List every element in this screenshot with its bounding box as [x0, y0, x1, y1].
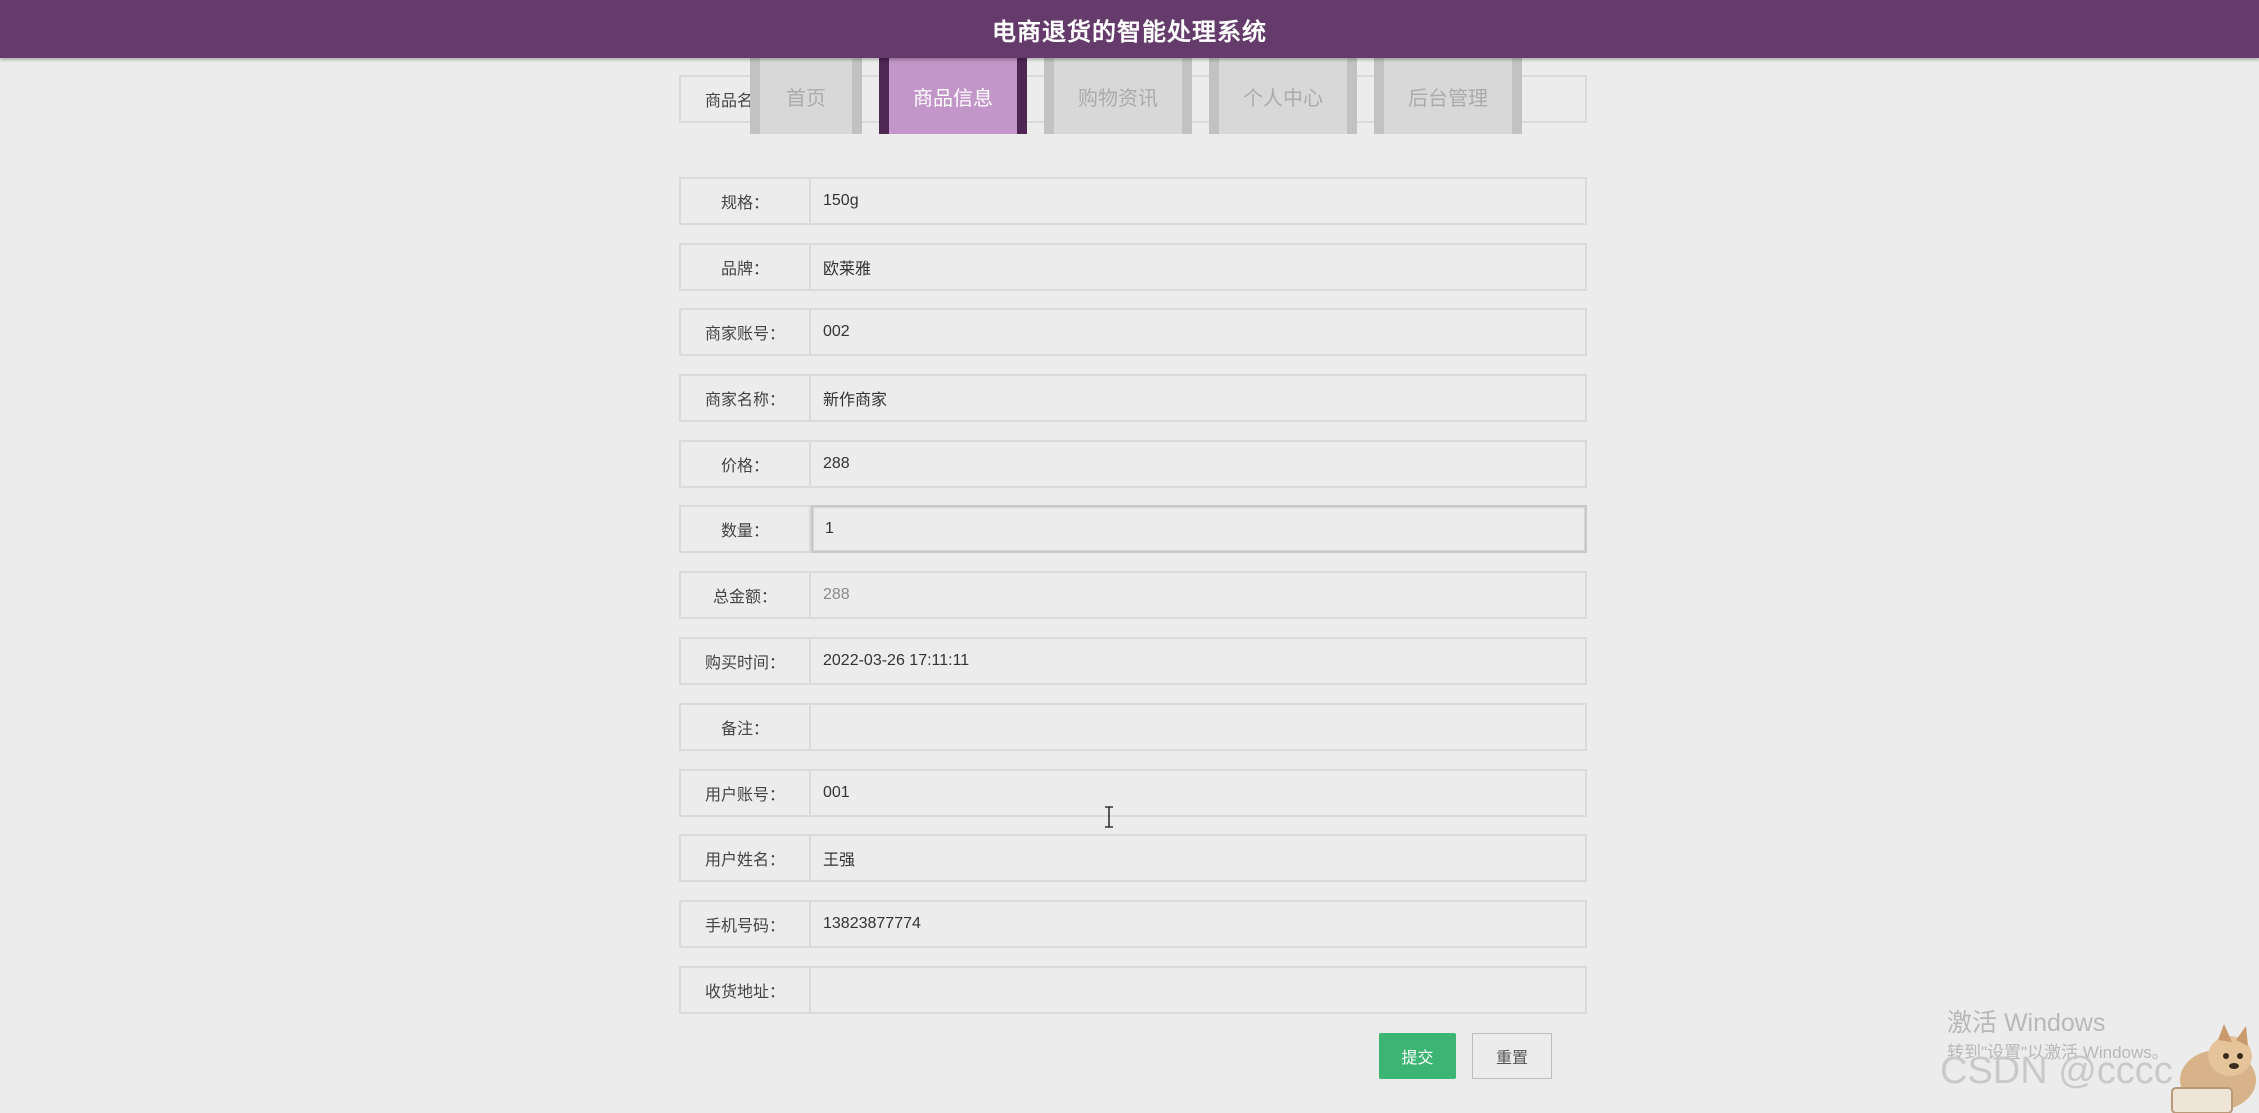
brand-field[interactable]: 欧莱雅	[811, 243, 1587, 291]
form-row-quantity: 数量： 1	[679, 505, 1587, 553]
field-label: 用户账号：	[679, 769, 811, 817]
form-row-purchase-time: 购买时间： 2022-03-26 17:11:11	[679, 637, 1587, 685]
text-cursor-icon	[1105, 806, 1113, 828]
total-amount-field[interactable]: 288	[811, 571, 1587, 619]
main-nav: 首页 商品信息 购物资讯 个人中心 后台管理	[750, 58, 1522, 134]
price-field[interactable]: 288	[811, 440, 1587, 488]
submit-button[interactable]: 提交	[1379, 1033, 1456, 1079]
user-account-field[interactable]: 001	[811, 769, 1587, 817]
field-label: 购买时间：	[679, 637, 811, 685]
field-label: 用户姓名：	[679, 834, 811, 882]
form-row-phone: 手机号码： 13823877774	[679, 900, 1587, 948]
form-row-total: 总金额： 288	[679, 571, 1587, 619]
app-header: 电商退货的智能处理系统	[0, 0, 2259, 58]
form-row-user-account: 用户账号： 001	[679, 769, 1587, 817]
purchase-time-field[interactable]: 2022-03-26 17:11:11	[811, 637, 1587, 685]
field-label: 手机号码：	[679, 900, 811, 948]
remark-field[interactable]	[811, 703, 1587, 751]
field-label: 商家名称：	[679, 374, 811, 422]
form-row-brand: 品牌： 欧莱雅	[679, 243, 1587, 291]
field-label: 规格：	[679, 177, 811, 225]
form-row-address: 收货地址：	[679, 966, 1587, 1014]
spec-field[interactable]: 150g	[811, 177, 1587, 225]
reset-button[interactable]: 重置	[1472, 1033, 1552, 1079]
dog-mascot-icon	[2171, 1024, 2256, 1113]
merchant-account-field[interactable]: 002	[811, 308, 1587, 356]
address-field[interactable]	[811, 966, 1587, 1014]
field-label: 收货地址：	[679, 966, 811, 1014]
form-row-merchant-account: 商家账号： 002	[679, 308, 1587, 356]
windows-activation-title: 激活 Windows	[1947, 1009, 2106, 1037]
app-title: 电商退货的智能处理系统	[992, 17, 1267, 46]
form-row-spec: 规格： 150g	[679, 177, 1587, 225]
form-row-price: 价格： 288	[679, 440, 1587, 488]
phone-field[interactable]: 13823877774	[811, 900, 1587, 948]
quantity-field[interactable]: 1	[811, 505, 1587, 553]
field-label: 总金额：	[679, 571, 811, 619]
field-label: 备注：	[679, 703, 811, 751]
field-label: 商家账号：	[679, 308, 811, 356]
user-name-field[interactable]: 王强	[811, 834, 1587, 882]
field-label: 价格：	[679, 440, 811, 488]
field-label: 数量：	[679, 505, 811, 553]
nav-product-info[interactable]: 商品信息	[879, 58, 1027, 134]
merchant-name-field[interactable]: 新作商家	[811, 374, 1587, 422]
form-row-remark: 备注：	[679, 703, 1587, 751]
nav-admin[interactable]: 后台管理	[1374, 58, 1522, 134]
field-label: 品牌：	[679, 243, 811, 291]
form-row-merchant-name: 商家名称： 新作商家	[679, 374, 1587, 422]
nav-personal-center[interactable]: 个人中心	[1209, 58, 1357, 134]
nav-home[interactable]: 首页	[750, 58, 862, 134]
nav-shopping-news[interactable]: 购物资讯	[1044, 58, 1192, 134]
form-row-user-name: 用户姓名： 王强	[679, 834, 1587, 882]
